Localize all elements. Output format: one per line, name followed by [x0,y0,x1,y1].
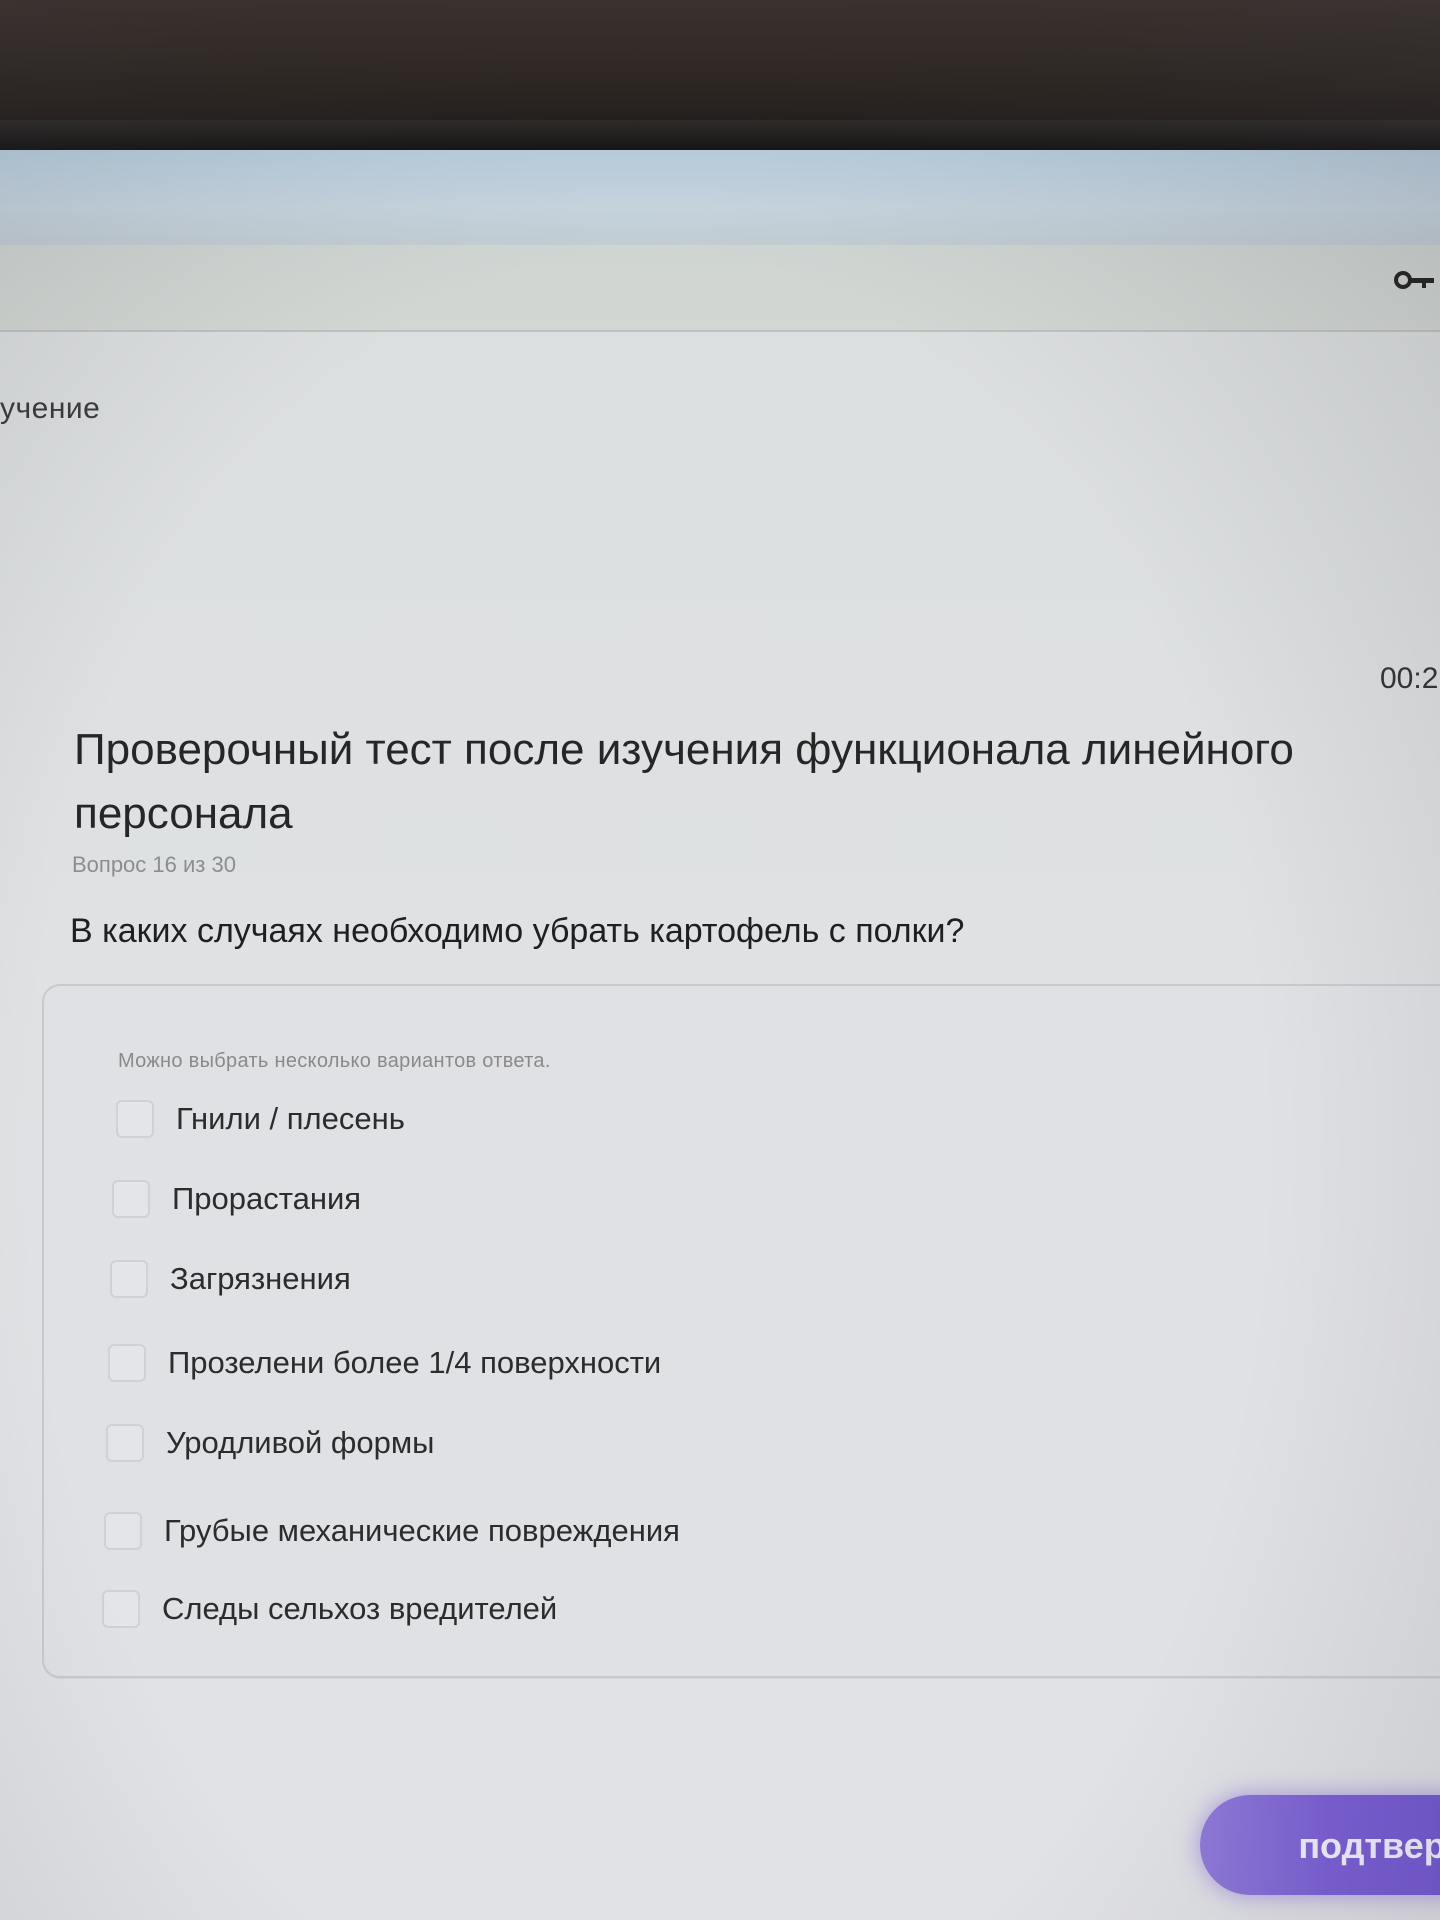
answer-label: Прорастания [172,1181,362,1216]
answer-option[interactable]: Гнили / плесень [116,1100,405,1138]
answer-option[interactable]: Прорастания [112,1180,361,1218]
photo-frame: учение 00:2 Проверочный тест после изуче… [0,0,1440,1920]
submit-button[interactable]: подтверд [1200,1795,1440,1895]
answer-label: Уродливой формы [166,1425,435,1460]
answer-option[interactable]: Загрязнения [110,1260,351,1298]
breadcrumb[interactable]: учение [0,392,100,426]
answer-checkbox[interactable] [108,1344,146,1382]
answer-label: Следы сельхоз вредителей [162,1591,558,1626]
answer-option[interactable]: Следы сельхоз вредителей [102,1590,557,1628]
key-icon[interactable] [1394,268,1434,292]
answer-option[interactable]: Уродливой формы [106,1424,434,1462]
answer-checkbox[interactable] [106,1424,144,1462]
answer-checkbox[interactable] [104,1512,142,1550]
answer-option[interactable]: Прозелени более 1/4 поверхности [108,1344,661,1382]
answer-option[interactable]: Грубые механические повреждения [104,1512,680,1550]
answer-label: Гнили / плесень [176,1101,405,1136]
browser-tab-bar [0,150,1440,245]
browser-toolbar [0,245,1440,332]
answer-checkbox[interactable] [112,1180,150,1218]
answer-label: Грубые механические повреждения [164,1513,680,1548]
answer-checkbox[interactable] [116,1100,154,1138]
answer-label: Загрязнения [170,1261,351,1296]
question-text: В каких случаях необходимо убрать картоф… [70,912,965,950]
answer-checkbox[interactable] [110,1260,148,1298]
monitor-bezel [0,120,1440,152]
options-card [42,984,1440,1678]
question-counter: Вопрос 16 из 30 [72,852,236,877]
answer-label: Прозелени более 1/4 поверхности [168,1345,662,1380]
answer-checkbox[interactable] [102,1590,140,1628]
page-title: Проверочный тест после изучения функцион… [74,725,1294,838]
selection-hint: Можно выбрать несколько вариантов ответа… [118,1050,551,1072]
timer: 00:2 [1380,662,1439,695]
